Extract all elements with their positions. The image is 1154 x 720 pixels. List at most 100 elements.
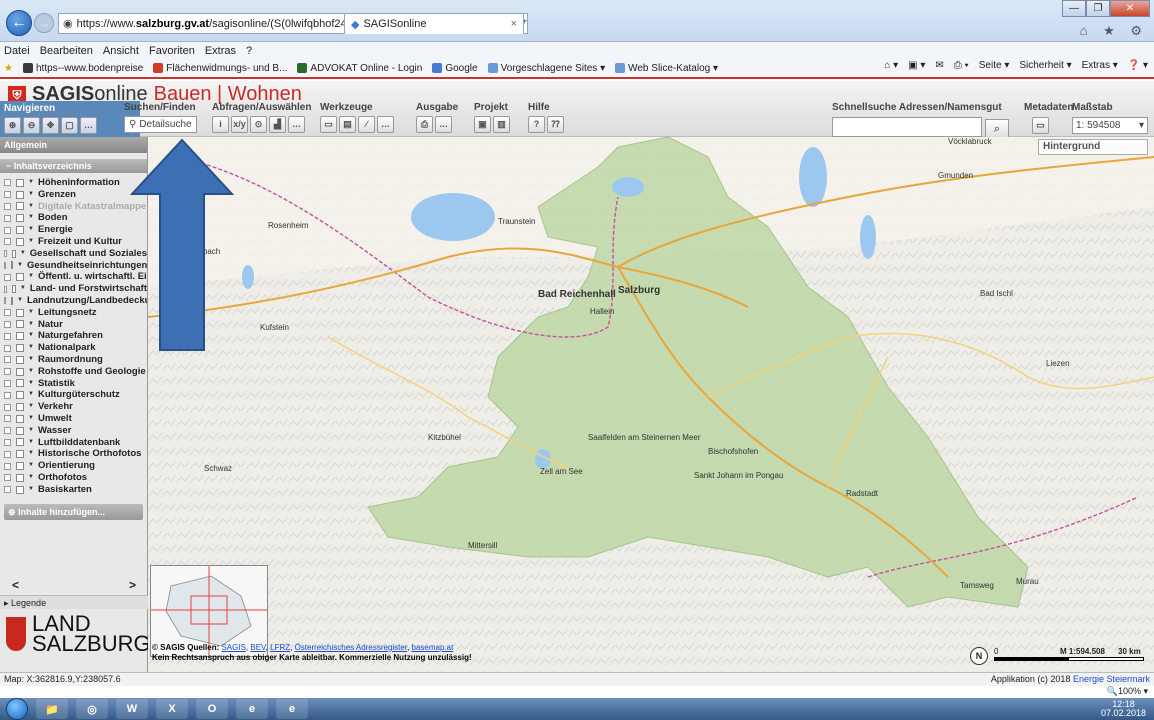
zoom-out-icon[interactable]: ⊖ xyxy=(23,117,40,134)
command-button[interactable]: ✉ xyxy=(935,60,943,71)
copyright-source-link[interactable]: BEV xyxy=(250,643,265,652)
taskbar-app-icon[interactable]: e xyxy=(236,699,268,719)
layer-checkbox[interactable] xyxy=(16,308,24,317)
layer-checkbox[interactable] xyxy=(16,403,24,412)
copyright-source-link[interactable]: LFRZ xyxy=(270,643,290,652)
command-button[interactable]: Sicherheit ▾ xyxy=(1019,60,1071,71)
layer-checkbox[interactable] xyxy=(16,190,24,199)
layer-checkbox[interactable] xyxy=(16,391,24,400)
layer-checkbox[interactable] xyxy=(16,344,24,353)
layer-item[interactable]: ▼ Freizeit und Kultur xyxy=(4,236,147,248)
layer-arrow-icon[interactable]: ▼ xyxy=(28,448,34,460)
project-open-icon[interactable]: ▥ xyxy=(493,116,510,133)
layer-item[interactable]: ▼Landnutzung/Landbedeckung xyxy=(4,295,147,307)
layer-checkbox[interactable] xyxy=(12,285,16,294)
layer-item[interactable]: ▼ Energie xyxy=(4,224,147,236)
layer-arrow-icon[interactable]: ▼ xyxy=(28,224,34,236)
massstab-select[interactable]: 1: 594508 ▾ xyxy=(1072,117,1148,134)
inhalte-hinzufuegen-button[interactable]: ⊕ Inhalte hinzufügen... xyxy=(4,503,143,520)
home-favorites-settings-icons[interactable]: ⌂ ★ ⚙ xyxy=(1080,23,1148,39)
expand-icon[interactable] xyxy=(4,320,11,328)
xy-icon[interactable]: x/y xyxy=(231,116,248,133)
expand-icon[interactable] xyxy=(4,438,11,446)
layer-item[interactable]: ▼ Gesundheitseinrichtungen xyxy=(4,260,147,272)
menu-item[interactable]: Ansicht xyxy=(103,45,139,57)
layer-arrow-icon[interactable]: ▼ xyxy=(28,319,34,331)
faq-icon[interactable]: ⁇ xyxy=(547,116,564,133)
expand-icon[interactable] xyxy=(4,297,6,305)
hintergrund-dropdown[interactable]: Hintergrund xyxy=(1038,139,1148,155)
taskbar-app-icon[interactable]: W xyxy=(116,699,148,719)
menu-item[interactable]: Extras xyxy=(205,45,236,57)
expand-icon[interactable] xyxy=(4,462,11,470)
favorite-link[interactable]: Google xyxy=(432,63,478,74)
zoom-in-icon[interactable]: ⊕ xyxy=(4,117,21,134)
tab-close-icon[interactable]: × xyxy=(511,18,517,30)
layer-item[interactable]: ▼ Naturgefahren xyxy=(4,330,147,342)
expand-icon[interactable] xyxy=(4,226,11,234)
layer-item[interactable]: ▼ Umwelt xyxy=(4,413,147,425)
layer-item[interactable]: ▼ Kulturgüterschutz xyxy=(4,389,147,401)
layer-checkbox[interactable] xyxy=(16,202,24,211)
start-button[interactable] xyxy=(6,698,28,720)
maximize-button[interactable]: ❐ xyxy=(1086,0,1110,17)
layer-arrow-icon[interactable]: ▼ xyxy=(28,460,34,472)
layer-item[interactable]: ▼ Orthofotos xyxy=(4,472,147,484)
expand-icon[interactable] xyxy=(4,474,11,482)
layer-item[interactable]: ▼ Statistik xyxy=(4,378,147,390)
print-icon[interactable]: ⎙ xyxy=(416,116,433,133)
layer-checkbox[interactable] xyxy=(16,273,24,282)
layer-item[interactable]: ▼ Luftbilddatenbank xyxy=(4,437,147,449)
layers-tool-icon[interactable]: ▤ xyxy=(339,116,356,133)
layer-arrow-icon[interactable]: ▼ xyxy=(17,295,23,307)
layer-arrow-icon[interactable]: ▼ xyxy=(28,484,34,496)
expand-icon[interactable] xyxy=(4,344,11,352)
layer-arrow-icon[interactable]: ▼ xyxy=(17,260,23,272)
layer-item[interactable]: ▼ Verkehr xyxy=(4,401,147,413)
layer-arrow-icon[interactable]: ▼ xyxy=(28,177,34,189)
layer-checkbox[interactable] xyxy=(16,438,24,447)
layer-checkbox[interactable] xyxy=(16,414,24,423)
layer-checkbox[interactable] xyxy=(16,485,24,494)
command-button[interactable]: ❓ ▾ xyxy=(1128,60,1148,71)
more-output-icon[interactable]: … xyxy=(435,116,452,133)
expand-icon[interactable] xyxy=(4,450,11,458)
layer-checkbox[interactable] xyxy=(16,226,24,235)
layer-item[interactable]: ▼ Basiskarten xyxy=(4,484,147,496)
layer-arrow-icon[interactable]: ▼ xyxy=(28,437,34,449)
layer-arrow-icon[interactable]: ▼ xyxy=(28,212,34,224)
expand-icon[interactable] xyxy=(4,238,11,246)
scroll-left-icon[interactable]: < xyxy=(12,578,19,592)
detailsuche-button[interactable]: ⚲ Detailsuche xyxy=(124,116,197,133)
layer-checkbox[interactable] xyxy=(16,178,24,187)
copyright-source-link[interactable]: basemap.at xyxy=(412,643,454,652)
copyright-source-link[interactable]: SAGIS xyxy=(221,643,245,652)
close-button[interactable]: ✕ xyxy=(1110,0,1150,17)
back-button[interactable]: ← xyxy=(6,10,32,36)
layer-checkbox[interactable] xyxy=(16,355,24,364)
layer-item[interactable]: ▼ Grenzen xyxy=(4,189,147,201)
layer-arrow-icon[interactable]: ▼ xyxy=(28,401,34,413)
menu-item[interactable]: Datei xyxy=(4,45,30,57)
favorite-link[interactable]: https--www.bodenpreise xyxy=(22,63,143,74)
select-icon[interactable]: ⊙ xyxy=(250,116,267,133)
help-icon[interactable]: ? xyxy=(528,116,545,133)
layer-arrow-icon[interactable]: ▼ xyxy=(28,236,34,248)
layer-arrow-icon[interactable]: ▼ xyxy=(28,472,34,484)
expand-icon[interactable] xyxy=(4,486,11,494)
expand-icon[interactable] xyxy=(4,261,6,269)
zoom-level[interactable]: 🔍100% ▾ xyxy=(1107,686,1148,698)
menu-item[interactable]: ? xyxy=(246,45,252,57)
expand-icon[interactable] xyxy=(4,285,8,293)
forward-button[interactable]: → xyxy=(34,13,54,33)
layer-item[interactable]: ▼ Land- und Forstwirtschaft xyxy=(4,283,147,295)
layer-checkbox[interactable] xyxy=(16,462,24,471)
layer-checkbox[interactable] xyxy=(12,249,16,258)
expand-icon[interactable] xyxy=(4,202,11,210)
map-canvas[interactable]: Salzburg Bad Reichenhall Hallein Kufstein Ki… xyxy=(148,137,1154,672)
layer-checkbox[interactable] xyxy=(16,450,24,459)
inhaltsverzeichnis-header[interactable]: − Inhaltsverzeichnis xyxy=(0,159,147,173)
expand-icon[interactable] xyxy=(4,415,11,423)
layer-checkbox[interactable] xyxy=(16,214,24,223)
favorites-star-icon[interactable]: ★ xyxy=(4,63,13,74)
